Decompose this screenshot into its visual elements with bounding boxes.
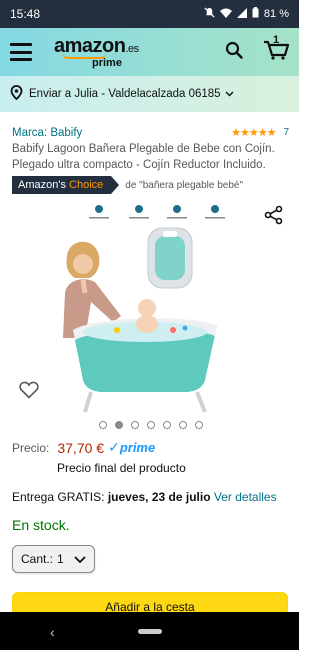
carousel-dot[interactable] [131, 421, 139, 429]
battery-level: 81 % [263, 8, 289, 20]
baby-illustration [136, 299, 158, 333]
delivery-location-bar[interactable]: Enviar a Julia - Valdelacalzada 06185 [0, 76, 299, 112]
location-pin-icon [10, 85, 23, 103]
star-icon: ★ [248, 127, 259, 139]
product-image[interactable] [55, 198, 245, 416]
chevron-down-icon [225, 88, 234, 100]
rating-stars[interactable]: ★ ★ ★ ★ ★ [231, 126, 277, 139]
status-icons: 81 % [204, 7, 289, 21]
brand-link[interactable]: Marca: Babify [12, 127, 82, 139]
carousel-dot[interactable] [115, 421, 123, 429]
image-carousel-dots [99, 421, 203, 429]
stock-status: En stock. [12, 517, 70, 533]
signal-icon [236, 7, 247, 21]
search-icon[interactable] [225, 41, 243, 64]
amazons-choice-badge: Amazon's Choice [12, 176, 120, 194]
product-title: Babify Lagoon Bañera Plegable de Bebe co… [12, 143, 275, 171]
price-value: 37,70 € [57, 439, 105, 456]
delivery-info: Entrega GRATIS: jueves, 23 de julio Ver … [12, 490, 277, 504]
price-note: Precio final del producto [57, 461, 186, 475]
status-time: 15:48 [10, 7, 41, 21]
logo-prime: prime [92, 56, 122, 69]
quantity-value: 1 [57, 552, 64, 566]
star-icon: ★ [231, 127, 241, 139]
choice-accent: Choice [69, 179, 104, 191]
amazons-choice-row: Amazon's Choice de "bañera plegable bebé… [12, 176, 243, 194]
price-row: Precio: 37,70 € ✓ prime [12, 439, 155, 456]
back-icon[interactable]: ‹ [50, 624, 55, 640]
prime-check-icon: ✓ [108, 439, 120, 455]
cart-count: 1 [273, 33, 280, 46]
carousel-dot[interactable] [195, 421, 203, 429]
prime-badge: prime [119, 440, 156, 455]
choice-prefix: Amazon's [18, 179, 70, 191]
star-icon: ★ [266, 127, 277, 139]
quantity-select[interactable]: Cant.: 1 [12, 545, 95, 573]
delivery-date: jueves, 23 de julio [107, 490, 211, 504]
quantity-label: Cant.: [21, 552, 54, 566]
choice-query: de "bañera plegable bebé" [125, 179, 244, 191]
star-icon: ★ [239, 127, 250, 139]
app-header: amazon.es prime 1 [0, 28, 299, 76]
star-icon: ★ [257, 127, 268, 139]
system-nav-bar: ‹ [0, 612, 299, 650]
amazon-logo[interactable]: amazon.es prime [54, 36, 139, 69]
logo-tld: .es [125, 42, 139, 55]
cart-button[interactable]: 1 [263, 34, 290, 65]
status-bar: 15:48 81 % [0, 0, 299, 28]
delivery-details-link[interactable]: Ver detalles [214, 490, 277, 504]
chevron-down-icon [74, 552, 86, 566]
menu-icon[interactable] [10, 43, 32, 61]
battery-icon [252, 7, 259, 21]
wifi-icon [219, 8, 232, 21]
delivery-prefix: Entrega GRATIS: [12, 490, 108, 504]
home-pill-icon[interactable] [137, 628, 162, 634]
carousel-dot[interactable] [179, 421, 187, 429]
delivery-location-text: Enviar a Julia - Valdelacalzada 06185 [29, 88, 221, 100]
carousel-dot[interactable] [163, 421, 171, 429]
feature-icons [89, 205, 225, 219]
mute-icon [204, 7, 215, 21]
carousel-dot[interactable] [147, 421, 155, 429]
rating-count[interactable]: 7 [283, 127, 289, 138]
folded-tub [147, 227, 193, 289]
heart-icon[interactable] [19, 381, 39, 404]
price-label: Precio: [12, 440, 50, 455]
carousel-dot[interactable] [99, 421, 107, 429]
brand-rating-row: Marca: Babify ★ ★ ★ ★ ★ 7 [12, 126, 289, 140]
share-icon[interactable] [264, 205, 284, 230]
